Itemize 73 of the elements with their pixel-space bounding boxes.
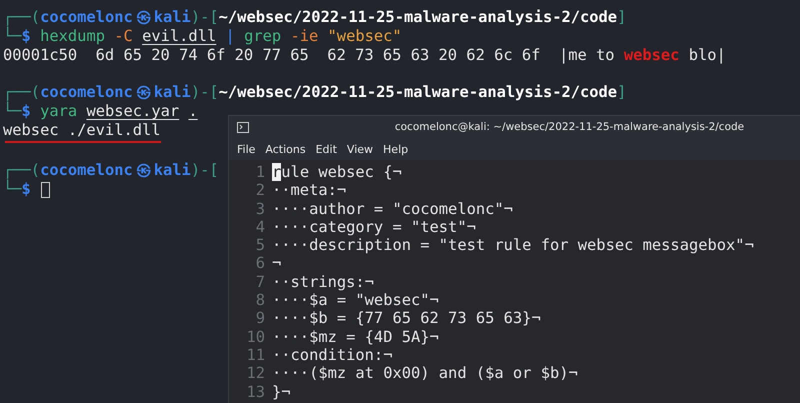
command-token: "websec" (328, 27, 402, 46)
prompt-host: kali (154, 83, 191, 102)
code-line: ule websec {¬ (281, 163, 402, 182)
prompt-frame: └─ (3, 102, 22, 121)
text-cursor: r (272, 163, 282, 182)
prompt-frame: ┌──( (3, 8, 40, 27)
prompt-frame: )-[ (190, 161, 219, 180)
line-number: 9 (254, 309, 266, 328)
code-line: ··condition:¬ (272, 346, 392, 364)
line-number: 8 (254, 291, 266, 310)
prompt-frame: ┌──( (3, 83, 40, 102)
command-token: . (188, 102, 198, 121)
command-token: | (226, 27, 235, 46)
prompt-dollar: $ (22, 102, 31, 121)
line-number: 10 (245, 328, 266, 346)
menu-item[interactable]: Edit (312, 140, 341, 158)
command-token: evil.dll (142, 27, 216, 46)
prompt-path: ~/websec/2022-11-25-malware-analysis-2/code (218, 83, 618, 102)
line-number: 5 (254, 236, 266, 254)
code-line: ····($mz at 0x00) and ($a or $b)¬ (272, 364, 578, 383)
code-line: }¬ (272, 382, 291, 401)
output-text: blo| (688, 46, 726, 65)
line-number: 2 (254, 181, 266, 200)
code-line: ····category = "test"¬ (272, 218, 476, 236)
command-token: -C (114, 27, 133, 46)
menu-item[interactable]: View (342, 140, 378, 158)
code-line: ····author = "cocomelonc"¬ (272, 200, 513, 218)
output-text: 00001c50 6d 65 20 74 6f 20 77 65 62 73 65 63 20 62 6c 6f |me to (3, 46, 616, 65)
code-line: ····$a = "websec"¬ (272, 291, 439, 310)
prompt-path: ~/websec/2022-11-25-malware-analysis-2/code (218, 8, 618, 27)
menu-item[interactable]: Actions (261, 140, 310, 158)
menu-item[interactable]: Help (379, 140, 412, 158)
command-token: yara (40, 102, 78, 121)
prompt-dollar: $ (22, 27, 31, 46)
code-line: ¬ (272, 254, 282, 273)
command-token: hexdump (40, 27, 105, 46)
line-number: 4 (254, 218, 266, 236)
line-number: 7 (254, 272, 266, 292)
prompt-at-symbol: ㉿ (136, 8, 151, 27)
prompt-frame: └─ (3, 180, 22, 199)
line-number: 12 (245, 364, 266, 383)
prompt-frame: └─ (3, 27, 22, 46)
line-number: 13 (245, 382, 266, 401)
match-highlight: websec (624, 46, 680, 65)
prompt-host: kali (154, 161, 191, 180)
prompt-at-symbol: ㉿ (136, 161, 151, 180)
prompt-frame: ] (617, 8, 626, 27)
menu-item[interactable]: File (233, 140, 260, 158)
code-line: ····description = "test rule for websec messagebox"¬ (272, 236, 754, 254)
prompt-user: cocomelonc (40, 83, 133, 102)
code-line: ····$b = {77 65 62 73 65 63}¬ (272, 309, 541, 328)
prompt-frame: ] (617, 83, 626, 102)
prompt-host: kali (154, 8, 191, 27)
line-number: 6 (254, 254, 266, 273)
code-line: ··strings:¬ (272, 272, 374, 292)
code-line: ····$mz = {4D 5A}¬ (272, 328, 439, 346)
prompt-user: cocomelonc (40, 8, 133, 27)
line-number: 11 (245, 346, 266, 364)
window-title: cocomelonc@kali: ~/websec/2022-11-25-malware-analysis-2/code (394, 121, 746, 133)
output-text: websec ./evil.dll (3, 121, 161, 140)
line-number: 3 (254, 200, 266, 218)
prompt-frame: )-[ (190, 8, 219, 27)
code-line: ··meta:¬ (272, 181, 346, 200)
prompt-frame: )-[ (190, 83, 219, 102)
prompt-dollar: $ (22, 180, 31, 199)
command-token: grep (244, 27, 282, 46)
terminal-icon (237, 122, 249, 132)
prompt-frame: ┌──( (3, 161, 40, 180)
prompt-at-symbol: ㉿ (136, 83, 151, 102)
command-token: websec.yar (86, 102, 180, 121)
line-number: 1 (254, 163, 266, 182)
prompt-user: cocomelonc (40, 161, 133, 180)
command-token: -ie (290, 27, 318, 46)
